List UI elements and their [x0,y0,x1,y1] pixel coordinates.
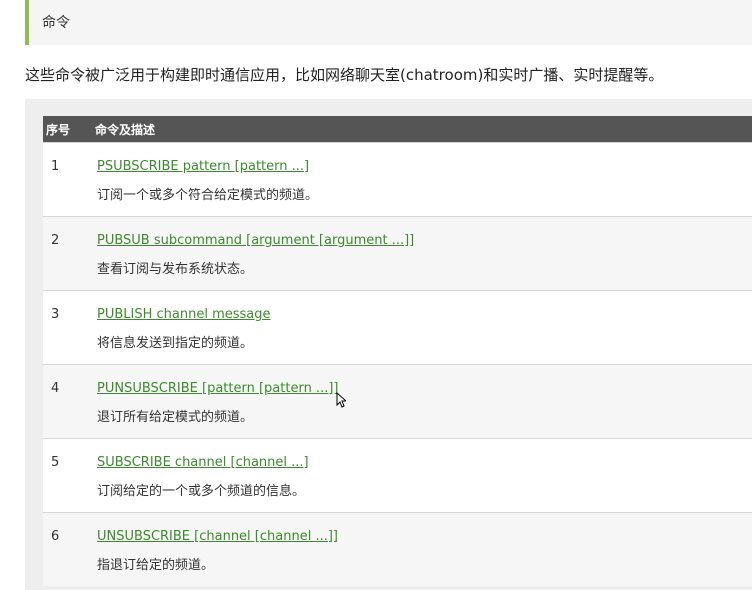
table-row: 1 PSUBSCRIBE pattern [pattern ...] 订阅一个或… [43,142,752,217]
header-index: 序号 [43,116,91,143]
command-link-publish[interactable]: PUBLISH channel message [97,307,752,322]
table-row: 2 PUBSUB subcommand [argument [argument … [43,216,752,291]
row-index: 4 [51,381,60,396]
row-description-cell: SUBSCRIBE channel [channel ...] 订阅给定的一个或… [91,438,752,513]
mouse-cursor-icon [336,392,346,408]
command-description: 将信息发送到指定的频道。 [97,336,254,351]
section-title: 命令 [42,15,70,31]
command-link-unsubscribe[interactable]: UNSUBSCRIBE [channel [channel ...]] [97,529,752,544]
command-description: 指退订给定的频道。 [97,558,215,573]
row-index-cell: 5 [43,438,91,513]
row-index: 5 [51,455,60,470]
table-container: 序号 命令及描述 1 PSUBSCRIBE pattern [pattern .… [25,99,752,590]
header-description: 命令及描述 [91,116,752,143]
row-index-cell: 6 [43,512,91,586]
row-index: 6 [51,529,60,544]
row-description-cell: PSUBSCRIBE pattern [pattern ...] 订阅一个或多个… [91,142,752,217]
intro-paragraph: 这些命令被广泛用于构建即时通信应用，比如网络聊天室(chatroom)和实时广播… [25,66,664,84]
table-row: 4 PUNSUBSCRIBE [pattern [pattern ...]] 退… [43,364,752,439]
row-description-cell: UNSUBSCRIBE [channel [channel ...]] 指退订给… [91,512,752,586]
command-description: 订阅一个或多个符合给定模式的频道。 [97,188,319,203]
row-description-cell: PUNSUBSCRIBE [pattern [pattern ...]] 退订所… [91,364,752,439]
row-description-cell: PUBSUB subcommand [argument [argument ..… [91,216,752,291]
table-row: 5 SUBSCRIBE channel [channel ...] 订阅给定的一… [43,438,752,513]
command-table: 序号 命令及描述 1 PSUBSCRIBE pattern [pattern .… [43,116,752,586]
command-link-psubscribe[interactable]: PSUBSCRIBE pattern [pattern ...] [97,159,752,174]
command-link-subscribe[interactable]: SUBSCRIBE channel [channel ...] [97,455,752,470]
command-description: 退订所有给定模式的频道。 [97,410,254,425]
row-index-cell: 3 [43,290,91,365]
row-index-cell: 2 [43,216,91,291]
command-link-pubsub[interactable]: PUBSUB subcommand [argument [argument ..… [97,233,752,248]
command-description: 查看订阅与发布系统状态。 [97,262,254,277]
table-row: 6 UNSUBSCRIBE [channel [channel ...]] 指退… [43,512,752,586]
command-description: 订阅给定的一个或多个频道的信息。 [97,484,306,499]
row-index-cell: 4 [43,364,91,439]
section-header: 命令 [25,0,752,45]
table-row: 3 PUBLISH channel message 将信息发送到指定的频道。 [43,290,752,365]
row-index: 1 [51,159,60,174]
row-index: 2 [51,233,60,248]
page: 命令 这些命令被广泛用于构建即时通信应用，比如网络聊天室(chatroom)和实… [0,0,752,590]
row-index-cell: 1 [43,142,91,217]
command-link-punsubscribe[interactable]: PUNSUBSCRIBE [pattern [pattern ...]] [97,381,752,396]
table-header-row: 序号 命令及描述 [43,116,752,143]
row-description-cell: PUBLISH channel message 将信息发送到指定的频道。 [91,290,752,365]
row-index: 3 [51,307,60,322]
